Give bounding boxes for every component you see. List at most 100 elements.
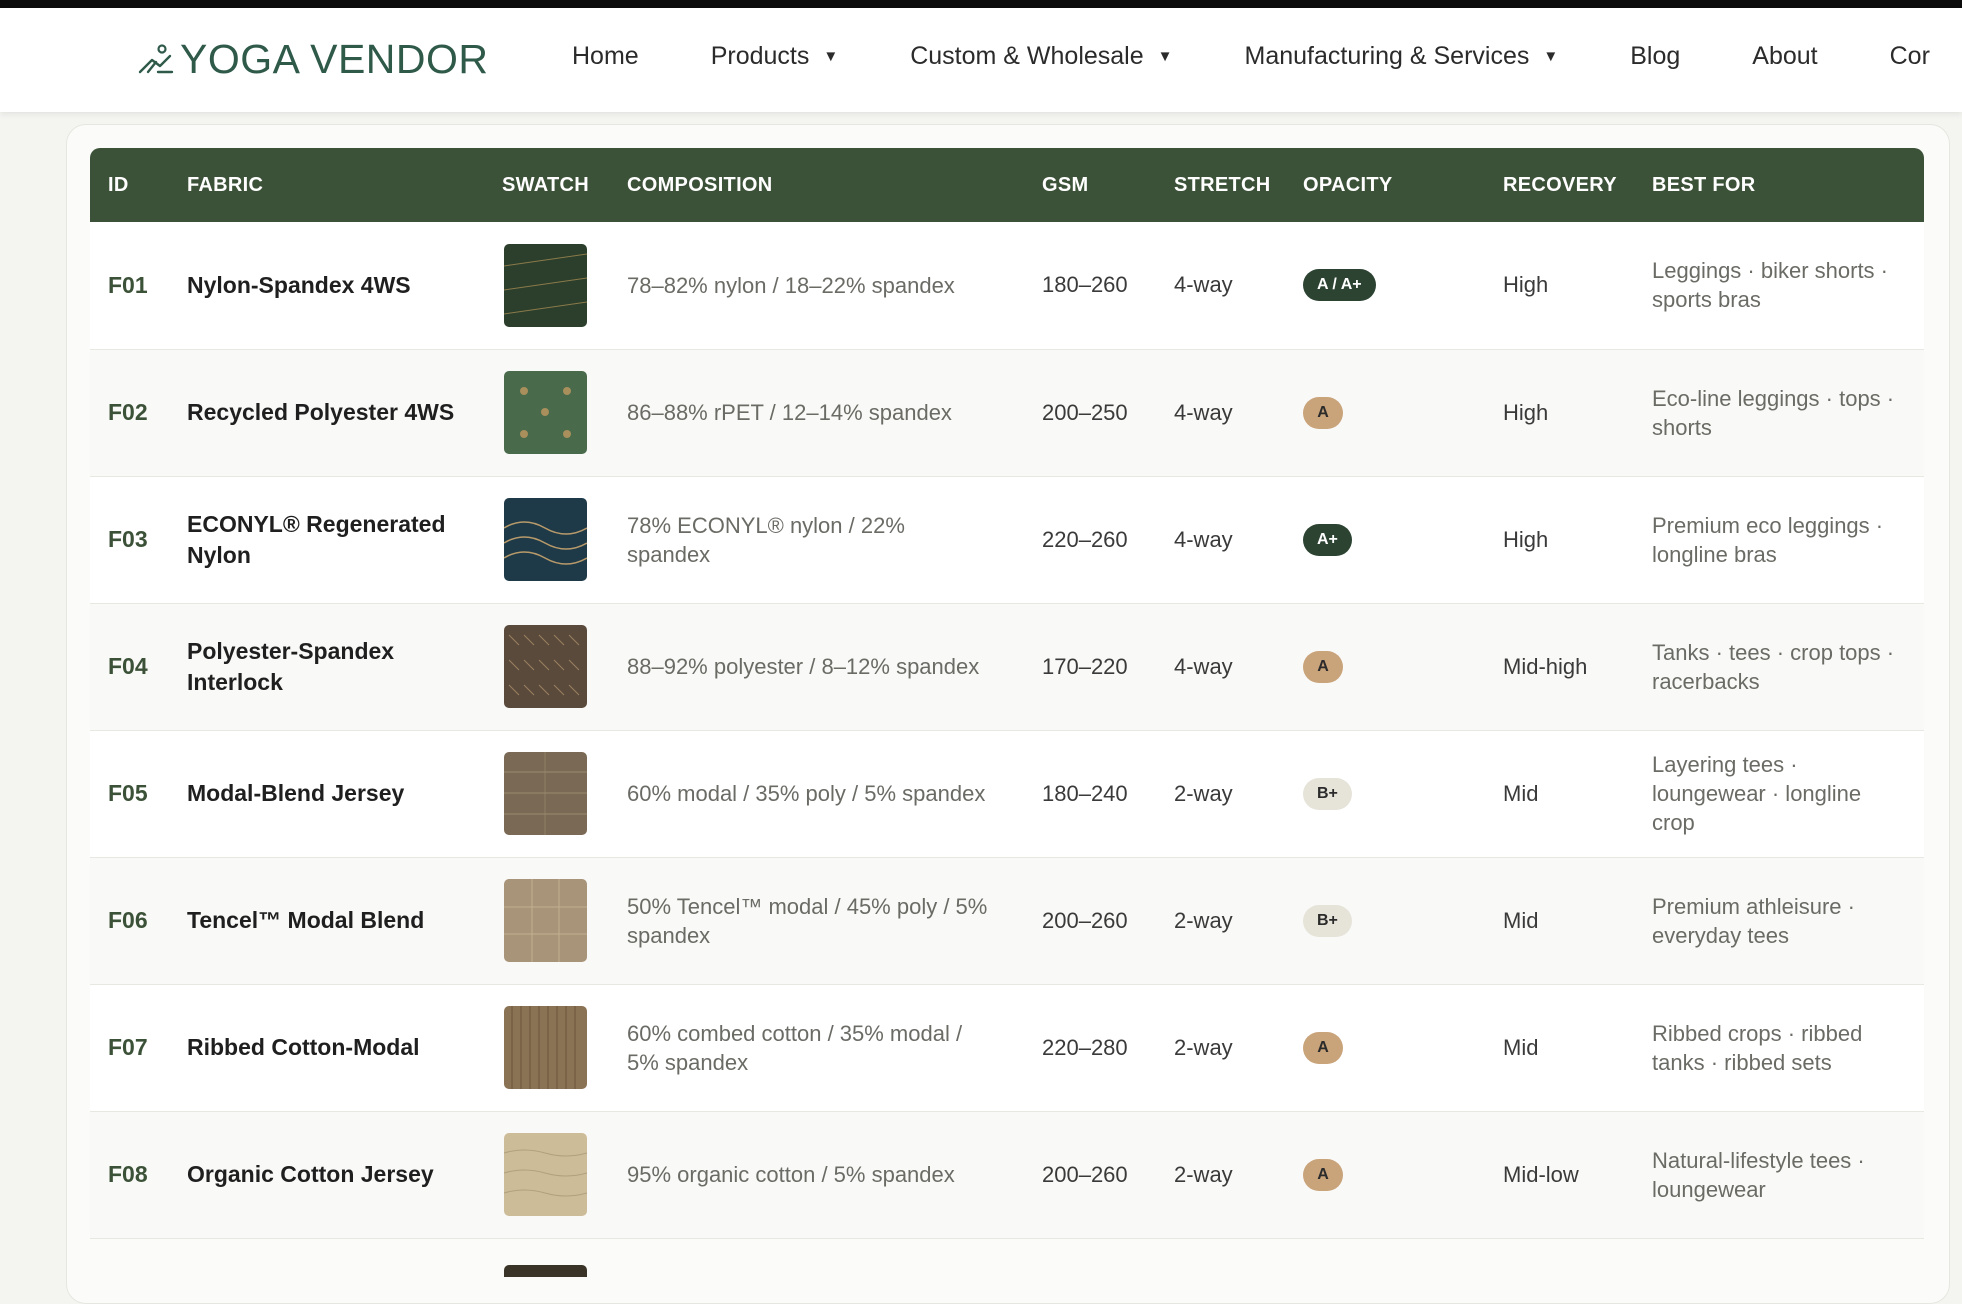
- row-id: F08: [108, 1161, 148, 1187]
- row-best-for: Tanks · tees · crop tops · racerbacks: [1652, 639, 1895, 694]
- table-row: F07 Ribbed Cotton-Modal 60% combed cotton …: [90, 984, 1924, 1111]
- table-header-row: ID FABRIC SWATCH COMPOSITION GSM STRETCH…: [90, 148, 1924, 222]
- site-logo[interactable]: YOGA VENDOR: [136, 36, 489, 83]
- col-header-id[interactable]: ID: [90, 148, 169, 222]
- col-header-fabric[interactable]: FABRIC: [169, 148, 484, 222]
- nav-contact-label: Cor: [1889, 42, 1930, 70]
- row-fabric: ECONYL® Regenerated Nylon: [187, 510, 446, 568]
- row-fabric: Modal-Blend Jersey: [187, 780, 405, 806]
- row-opacity-cell: A: [1285, 349, 1485, 476]
- fabric-table: ID FABRIC SWATCH COMPOSITION GSM STRETCH…: [90, 148, 1924, 1239]
- col-header-composition[interactable]: COMPOSITION: [609, 148, 1024, 222]
- opacity-badge: B+: [1303, 777, 1352, 810]
- row-id: F01: [108, 271, 148, 298]
- row-gsm: 220–260: [1042, 526, 1128, 552]
- row-stretch: 2-way: [1174, 1161, 1233, 1187]
- table-row: F03 ECONYL® Regenerated Nylon 78% ECONYL® …: [90, 476, 1924, 603]
- row-opacity-cell: A+: [1285, 476, 1485, 603]
- table-row: F08 Organic Cotton Jersey 95% organic cott…: [90, 1111, 1924, 1238]
- row-stretch: 2-way: [1174, 907, 1233, 933]
- row-fabric: Ribbed Cotton-Modal: [187, 1034, 420, 1060]
- table-row: F04 Polyester-Spandex Interlock 88–92% pol…: [90, 603, 1924, 730]
- row-id: F07: [108, 1034, 148, 1060]
- row-swatch-cell: [484, 349, 609, 476]
- row-best-for: Eco-line leggings · tops · shorts: [1652, 385, 1895, 440]
- nav-custom-wholesale-label: Custom & Wholesale: [910, 42, 1144, 70]
- nav-manufacturing-services[interactable]: Manufacturing & Services ▼: [1245, 42, 1559, 71]
- row-fabric: Recycled Polyester 4WS: [187, 399, 455, 425]
- opacity-badge: A: [1303, 1158, 1343, 1191]
- row-stretch: 2-way: [1174, 1034, 1233, 1060]
- row-composition: 60% combed cotton / 35% modal / 5% spand…: [627, 1020, 963, 1075]
- opacity-badge: A: [1303, 650, 1343, 683]
- row-opacity-cell: B+: [1285, 730, 1485, 857]
- row-opacity-cell: A / A+: [1285, 222, 1485, 349]
- row-gsm: 200–260: [1042, 1161, 1128, 1187]
- fabric-swatch: [504, 879, 587, 962]
- row-best-for: Leggings · biker shorts · sports bras: [1652, 258, 1888, 313]
- row-composition: 86–88% rPET / 12–14% spandex: [627, 400, 952, 425]
- row-recovery: High: [1503, 272, 1549, 298]
- col-header-swatch[interactable]: SWATCH: [484, 148, 609, 222]
- nav-about-label: About: [1752, 42, 1818, 70]
- chevron-down-icon: ▼: [823, 48, 839, 65]
- nav-contact[interactable]: Cor: [1890, 42, 1930, 71]
- fabric-swatch: [504, 371, 587, 454]
- row-swatch-cell: [484, 603, 609, 730]
- row-stretch: 4-way: [1174, 399, 1233, 425]
- fabric-swatch: [504, 498, 587, 581]
- nav-custom-wholesale[interactable]: Custom & Wholesale ▼: [910, 42, 1172, 71]
- col-header-gsm[interactable]: GSM: [1024, 148, 1156, 222]
- nav-about[interactable]: About: [1752, 42, 1817, 71]
- row-recovery: High: [1503, 399, 1549, 425]
- table-row: F06 Tencel™ Modal Blend 50% Tencel™ modal …: [90, 857, 1924, 984]
- site-header: YOGA VENDOR Home Products ▼ Custom & Who…: [0, 8, 1962, 112]
- opacity-badge: A: [1303, 396, 1343, 429]
- nav-manufacturing-services-label: Manufacturing & Services: [1244, 42, 1530, 70]
- yoga-pose-icon: [138, 43, 174, 73]
- row-fabric: Polyester-Spandex Interlock: [187, 637, 395, 695]
- row-best-for: Layering tees · loungewear · longline cr…: [1652, 752, 1862, 835]
- row-recovery: Mid-low: [1503, 1161, 1579, 1187]
- main-nav: Home Products ▼ Custom & Wholesale ▼ Man…: [572, 42, 1930, 71]
- fabric-swatch: [504, 1006, 587, 1089]
- row-gsm: 180–260: [1042, 272, 1128, 298]
- opacity-badge: A / A+: [1303, 269, 1376, 302]
- row-composition: 78–82% nylon / 18–22% spandex: [627, 272, 955, 298]
- row-stretch: 2-way: [1174, 780, 1233, 806]
- row-gsm: 200–260: [1042, 907, 1128, 933]
- row-opacity-cell: A: [1285, 603, 1485, 730]
- col-header-best-for[interactable]: BEST FOR: [1634, 148, 1924, 222]
- row-recovery: Mid-high: [1503, 653, 1588, 679]
- row-swatch-cell: [484, 222, 609, 349]
- fabric-swatch: [504, 1133, 587, 1216]
- row-recovery: Mid: [1503, 780, 1539, 806]
- nav-products[interactable]: Products ▼: [711, 42, 839, 71]
- row-composition: 95% organic cotton / 5% spandex: [627, 1162, 955, 1187]
- row-swatch-cell: [484, 984, 609, 1111]
- row-id: F04: [108, 653, 148, 679]
- row-id: F02: [108, 399, 148, 425]
- table-row: F01 Nylon-Spandex 4WS 78–82% nylon / 18–22…: [90, 222, 1924, 349]
- nav-blog-label: Blog: [1630, 42, 1681, 70]
- col-header-recovery[interactable]: RECOVERY: [1485, 148, 1634, 222]
- row-stretch: 4-way: [1174, 653, 1233, 679]
- partial-swatch-next-row: [504, 1265, 587, 1277]
- nav-home[interactable]: Home: [572, 42, 639, 71]
- row-best-for: Ribbed crops · ribbed tanks · ribbed set…: [1652, 1020, 1863, 1075]
- row-best-for: Premium eco leggings · longline bras: [1652, 512, 1884, 567]
- chevron-down-icon: ▼: [1157, 48, 1173, 65]
- row-fabric: Nylon-Spandex 4WS: [187, 271, 411, 298]
- opacity-badge: B+: [1303, 904, 1352, 937]
- col-header-stretch[interactable]: STRETCH: [1156, 148, 1285, 222]
- row-swatch-cell: [484, 857, 609, 984]
- row-swatch-cell: [484, 1111, 609, 1238]
- col-header-opacity[interactable]: OPACITY: [1285, 148, 1485, 222]
- row-recovery: Mid: [1503, 1034, 1539, 1060]
- opacity-badge: A: [1303, 1031, 1343, 1064]
- table-row: F02 Recycled Polyester 4WS 86–88% rPET / 1…: [90, 349, 1924, 476]
- nav-blog[interactable]: Blog: [1630, 42, 1680, 71]
- table-row: F05 Modal-Blend Jersey 60% modal / 35% pol…: [90, 730, 1924, 857]
- row-composition: 88–92% polyester / 8–12% spandex: [627, 654, 980, 679]
- row-stretch: 4-way: [1174, 526, 1233, 552]
